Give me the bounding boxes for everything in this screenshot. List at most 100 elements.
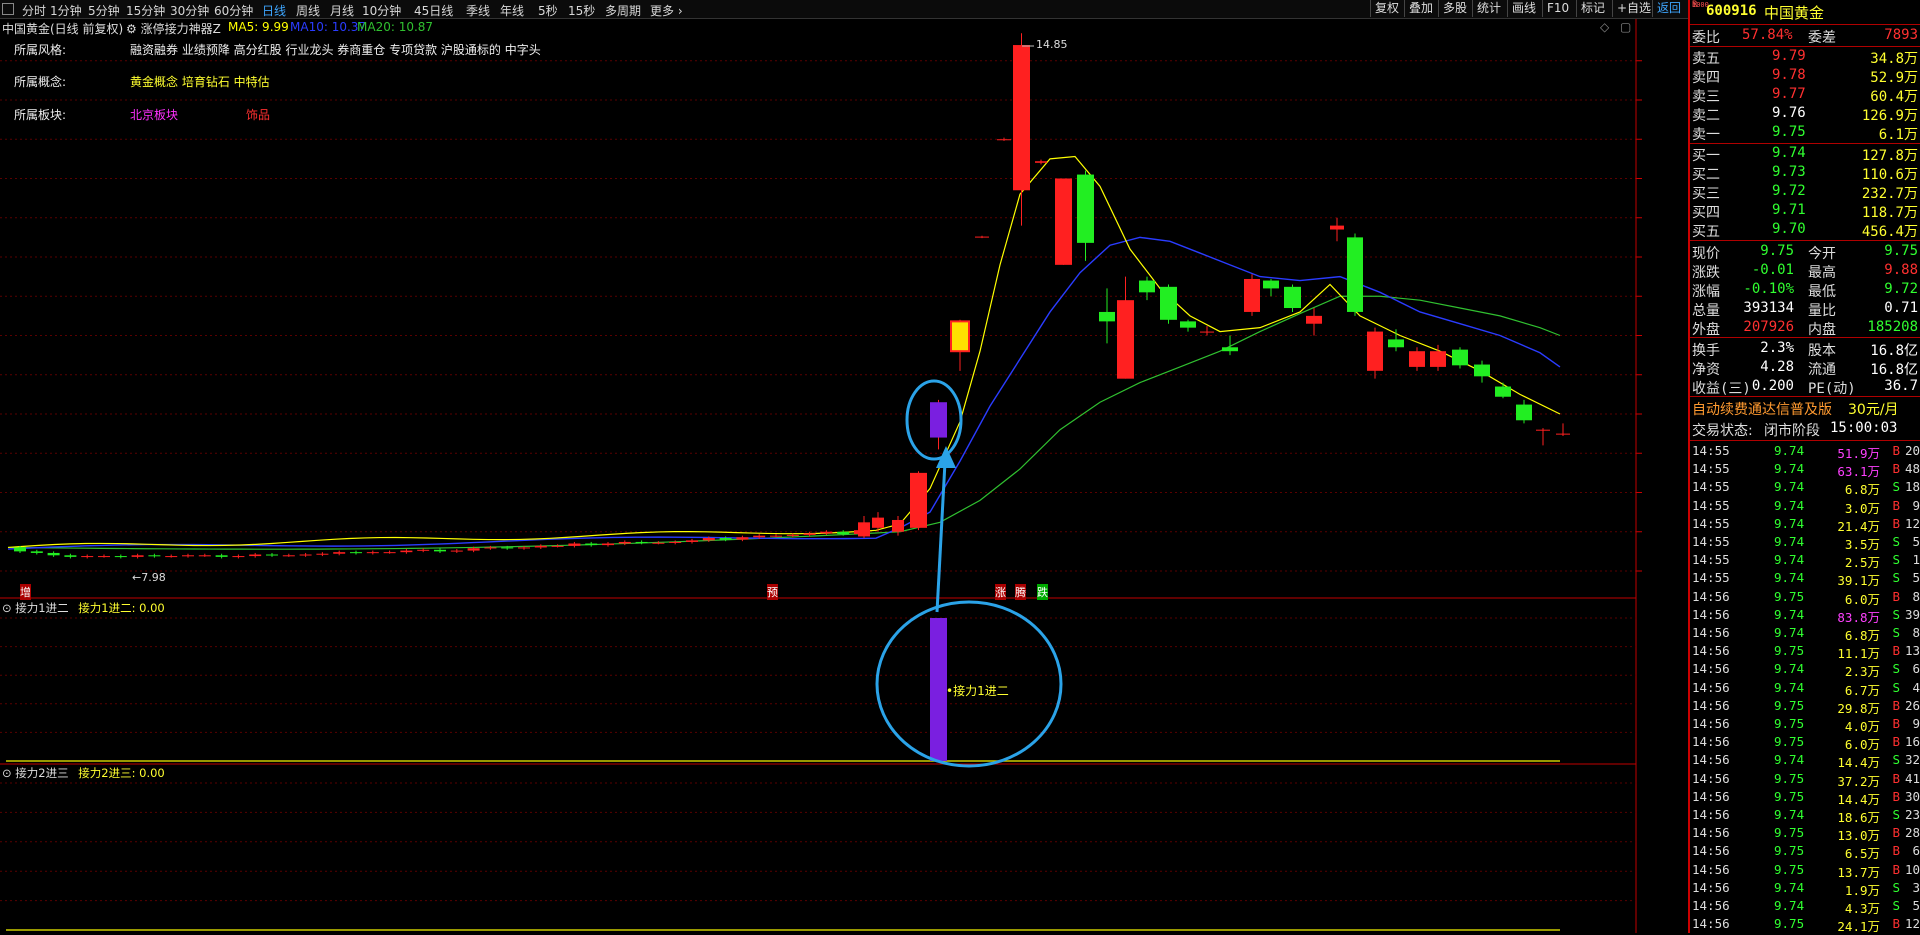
tick-row[interactable]: 14:55 9.74 2.5万 S 1 bbox=[1690, 551, 1920, 570]
period-tab-15min[interactable]: 15分钟 bbox=[126, 2, 165, 19]
candle-body bbox=[635, 541, 648, 543]
webi-label: 委比 bbox=[1692, 30, 1720, 46]
period-tab-5min[interactable]: 5分钟 bbox=[88, 2, 120, 19]
tick-row[interactable]: 14:56 9.75 6.5万 B 6 bbox=[1690, 842, 1920, 861]
book-price: 9.77 bbox=[1772, 86, 1806, 102]
bid-row[interactable]: 买四 9.71 118.7万 bbox=[1690, 201, 1920, 221]
divider bbox=[1690, 240, 1920, 241]
tick-row[interactable]: 14:56 9.74 2.3万 S 6 bbox=[1690, 660, 1920, 679]
tick-row[interactable]: 14:56 9.74 6.8万 S 8 bbox=[1690, 624, 1920, 643]
tick-volume: 1.9万 bbox=[1844, 882, 1880, 898]
tick-row[interactable]: 14:56 9.74 18.6万 S 23 bbox=[1690, 806, 1920, 825]
period-tab-more[interactable]: 更多 › bbox=[650, 2, 683, 19]
sub1-header[interactable]: ⊙ 接力1进二 接力1进二: 0.00 bbox=[2, 600, 165, 616]
tick-row[interactable]: 14:56 9.74 6.7万 S 4 bbox=[1690, 679, 1920, 698]
book-label: 买二 bbox=[1692, 167, 1720, 183]
chevron-right-icon: › bbox=[674, 4, 683, 18]
stat-row: 现价 9.75 今开 9.75 bbox=[1690, 242, 1920, 262]
tick-price: 9.74 bbox=[1774, 625, 1805, 640]
chart-window-icon[interactable]: ▢ bbox=[1620, 20, 1631, 34]
bid-row[interactable]: 买二 9.73 110.6万 bbox=[1690, 163, 1920, 183]
tick-row[interactable]: 14:55 9.74 3.0万 B 9 bbox=[1690, 497, 1920, 516]
tick-volume: 4.3万 bbox=[1844, 901, 1880, 916]
period-tab-10min[interactable]: 10分钟 bbox=[362, 2, 401, 19]
period-tab-fenshi[interactable]: 分时 bbox=[22, 2, 46, 19]
candle-body bbox=[98, 556, 110, 558]
stat-value: 36.7 bbox=[1884, 378, 1918, 394]
ask-row[interactable]: 卖四 9.78 52.9万 bbox=[1690, 66, 1920, 86]
period-tab-weekly[interactable]: 周线 bbox=[296, 2, 320, 19]
tick-row[interactable]: 14:56 9.75 13.7万 B 10 bbox=[1690, 861, 1920, 880]
period-tab-multi[interactable]: 多周期 bbox=[605, 2, 641, 19]
tick-row[interactable]: 14:55 9.74 6.8万 S 18 bbox=[1690, 478, 1920, 497]
tick-row[interactable]: 14:56 9.74 14.4万 S 32 bbox=[1690, 751, 1920, 770]
tick-row[interactable]: 14:56 9.75 37.2万 B 41 bbox=[1690, 770, 1920, 789]
period-tab-30min[interactable]: 30分钟 bbox=[170, 2, 209, 19]
period-tab-year[interactable]: 年线 bbox=[500, 2, 524, 19]
f10-button[interactable]: F10 bbox=[1542, 0, 1573, 17]
tick-row[interactable]: 14:56 9.75 11.1万 B 13 bbox=[1690, 642, 1920, 661]
period-tab-1min[interactable]: 1分钟 bbox=[50, 2, 82, 19]
sector-value-beijing[interactable]: 北京板块 bbox=[130, 106, 178, 123]
ma5-value: MA5: 9.99 bbox=[228, 20, 289, 34]
tick-count: 6 bbox=[1912, 843, 1920, 859]
overlay-button[interactable]: 叠加 bbox=[1404, 0, 1437, 17]
period-tab-monthly[interactable]: 月线 bbox=[330, 2, 354, 19]
stat-value: 9.75 bbox=[1760, 243, 1794, 259]
sub1-collapse-icon[interactable]: ⊙ bbox=[2, 601, 12, 615]
tick-row[interactable]: 14:55 9.74 63.1万 B 48 bbox=[1690, 460, 1920, 479]
mark-button[interactable]: 标记 bbox=[1576, 0, 1609, 17]
tick-row[interactable]: 14:56 9.75 4.0万 B 9 bbox=[1690, 715, 1920, 734]
toolbar-menu-icon[interactable] bbox=[2, 3, 14, 15]
indicator-selector[interactable]: ⚙ 涨停接力神器Z bbox=[126, 20, 221, 37]
period-tab-5sec[interactable]: 5秒 bbox=[538, 2, 558, 19]
multi-stock-button[interactable]: 多股 bbox=[1438, 0, 1471, 17]
chart-settings-icon[interactable]: ◇ bbox=[1600, 20, 1609, 34]
chart-grid bbox=[0, 60, 1642, 572]
fuquan-button[interactable]: 复权 bbox=[1370, 0, 1403, 17]
draw-line-button[interactable]: 画线 bbox=[1507, 0, 1540, 17]
period-tab-15sec[interactable]: 15秒 bbox=[568, 2, 595, 19]
kline-chart[interactable] bbox=[0, 19, 1688, 933]
ask-row[interactable]: 卖五 9.79 34.8万 bbox=[1690, 47, 1920, 67]
tick-row[interactable]: 14:55 9.74 3.5万 S 5 bbox=[1690, 533, 1920, 552]
tick-row[interactable]: 14:56 9.74 4.3万 S 5 bbox=[1690, 897, 1920, 916]
tick-row[interactable]: 14:55 9.74 39.1万 S 5 bbox=[1690, 569, 1920, 588]
bid-row[interactable]: 买五 9.70 456.4万 bbox=[1690, 220, 1920, 240]
tick-row[interactable]: 14:56 9.75 14.4万 B 30 bbox=[1690, 788, 1920, 807]
tick-row[interactable]: 14:56 9.75 13.0万 B 28 bbox=[1690, 824, 1920, 843]
tick-time: 14:56 bbox=[1692, 643, 1730, 659]
tick-row[interactable]: 14:56 9.75 6.0万 B 8 bbox=[1690, 588, 1920, 607]
tick-row[interactable]: 14:55 9.74 51.9万 B 20 bbox=[1690, 442, 1920, 461]
divider bbox=[1690, 440, 1920, 441]
low-price-label: ←7.98 bbox=[132, 571, 166, 584]
tick-row[interactable]: 14:56 9.75 24.1万 B 12 bbox=[1690, 915, 1920, 934]
statistics-button[interactable]: 统计 bbox=[1472, 0, 1505, 17]
ask-row[interactable]: 卖二 9.76 126.9万 bbox=[1690, 104, 1920, 124]
ask-row[interactable]: 卖三 9.77 60.4万 bbox=[1690, 85, 1920, 105]
period-tab-quarter[interactable]: 季线 bbox=[466, 2, 490, 19]
tick-side: S bbox=[1892, 552, 1900, 568]
candle-body bbox=[770, 535, 782, 537]
tick-row[interactable]: 14:55 9.74 21.4万 B 12 bbox=[1690, 515, 1920, 534]
back-button[interactable]: 返回 bbox=[1652, 0, 1685, 17]
ask-row[interactable]: 卖一 9.75 6.1万 bbox=[1690, 123, 1920, 143]
bid-row[interactable]: 买一 9.74 127.8万 bbox=[1690, 144, 1920, 164]
sub2-collapse-icon[interactable]: ⊙ bbox=[2, 766, 12, 780]
candle-body bbox=[736, 537, 749, 540]
tick-row[interactable]: 14:56 9.75 6.0万 B 16 bbox=[1690, 733, 1920, 752]
candle-body bbox=[551, 545, 564, 547]
promo-row[interactable]: 自动续费通达信普及版 30元/月 bbox=[1690, 398, 1920, 418]
period-tab-60min[interactable]: 60分钟 bbox=[214, 2, 253, 19]
tick-row[interactable]: 14:56 9.74 1.9万 S 3 bbox=[1690, 879, 1920, 898]
add-watchlist-button[interactable]: +自选 bbox=[1612, 0, 1655, 17]
book-price: 9.76 bbox=[1772, 105, 1806, 121]
period-tab-45day[interactable]: 45日线 bbox=[414, 2, 453, 19]
sector-value-jewelry[interactable]: 饰品 bbox=[246, 106, 270, 123]
sub2-header[interactable]: ⊙ 接力2进三 接力2进三: 0.00 bbox=[2, 765, 165, 781]
period-tab-daily[interactable]: 日线 bbox=[262, 2, 286, 19]
tick-row[interactable]: 14:56 9.75 29.8万 B 26 bbox=[1690, 697, 1920, 716]
bid-row[interactable]: 买三 9.72 232.7万 bbox=[1690, 182, 1920, 202]
book-price: 9.71 bbox=[1772, 202, 1806, 218]
tick-row[interactable]: 14:56 9.74 83.8万 S 39 bbox=[1690, 606, 1920, 625]
